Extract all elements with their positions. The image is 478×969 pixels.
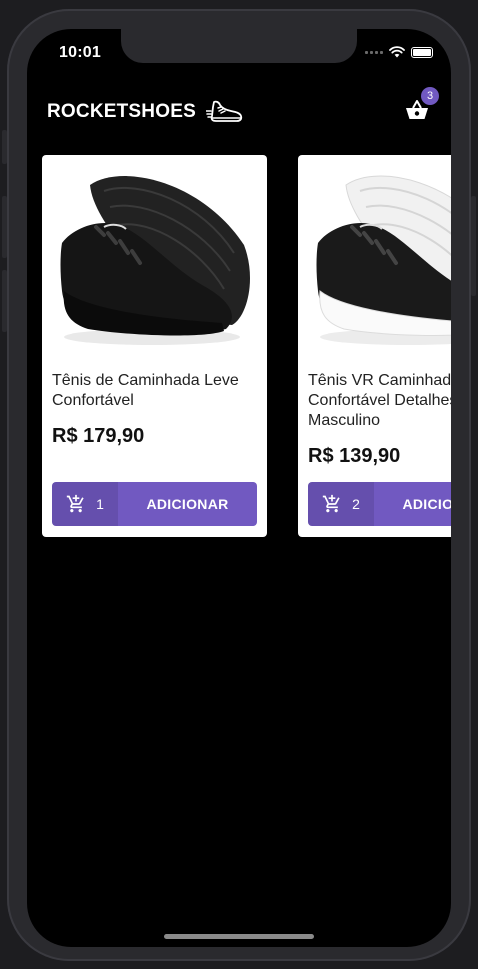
add-to-cart-button[interactable]: 1 ADICIONAR (52, 482, 257, 526)
add-to-cart-button[interactable]: 2 ADICIONAR (308, 482, 451, 526)
product-image (60, 176, 251, 345)
product-title: Tênis de Caminhada Leve Confortável (52, 372, 239, 409)
app-screen: 10:01 ROCKETSHOES 3 Tênis de Caminhada L… (27, 29, 451, 947)
cart-amount-area: 1 (52, 482, 118, 526)
product-image (316, 175, 451, 345)
cart-button[interactable]: 3 (403, 87, 439, 127)
add-shopping-cart-icon (66, 494, 84, 513)
brand-name: ROCKETSHOES (47, 101, 196, 122)
product-title: Tênis VR Caminhada Confortável Detalhes … (308, 372, 451, 429)
notch (121, 29, 357, 63)
volume-up-button (2, 196, 7, 258)
volume-down-button (2, 270, 7, 332)
status-time: 10:01 (59, 44, 101, 61)
status-icons (365, 46, 433, 58)
running-shoe-icon (205, 100, 243, 122)
add-button-label: ADICIONAR (402, 496, 451, 512)
power-button (471, 196, 476, 296)
add-shopping-cart-icon (322, 494, 340, 513)
cart-count-badge: 3 (421, 87, 439, 105)
product-price: R$ 139,90 (308, 445, 401, 467)
battery-icon (411, 46, 433, 58)
add-button-label: ADICIONAR (146, 496, 229, 512)
cart-amount: 1 (96, 496, 104, 512)
product-card[interactable]: Tênis de Caminhada Leve Confortável R$ 1… (42, 155, 267, 537)
product-price: R$ 179,90 (52, 425, 145, 447)
cart-amount: 2 (352, 496, 360, 512)
app-header: ROCKETSHOES 3 (47, 87, 439, 129)
home-indicator[interactable] (164, 934, 314, 939)
product-card[interactable]: Tênis VR Caminhada Confortável Detalhes … (298, 155, 451, 537)
mute-switch (2, 130, 7, 164)
product-list[interactable]: Tênis de Caminhada Leve Confortável R$ 1… (42, 155, 451, 539)
brand-logo[interactable]: ROCKETSHOES (47, 99, 244, 125)
signal-icon (365, 50, 383, 54)
cart-amount-area: 2 (308, 482, 374, 526)
wifi-icon (389, 46, 405, 58)
